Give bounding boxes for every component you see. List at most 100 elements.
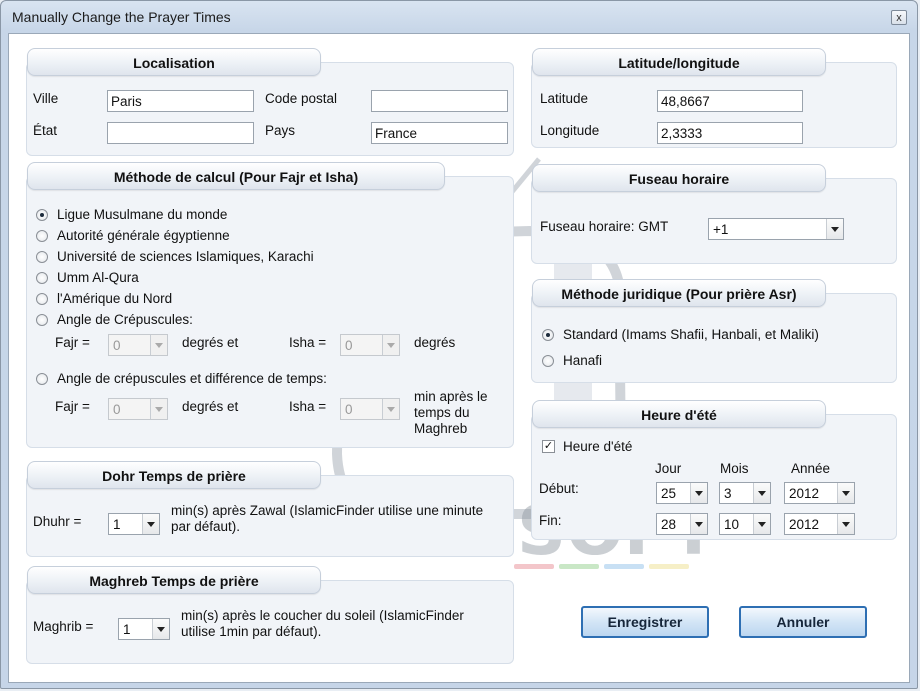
save-button[interactable]: Enregistrer [581,606,709,638]
localisation-title: Localisation [27,48,321,76]
maghrib-note-line-2: utilise 1min par défaut). [181,624,322,639]
maghrib-note-line-1: min(s) après le coucher du soleil (Islam… [181,608,464,623]
chevron-down-icon [826,219,843,239]
etat-label: État [33,123,58,138]
heure-ete-checkbox[interactable]: ✓ [542,440,555,453]
chevron-down-icon [837,483,854,503]
annee-header: Année [791,461,831,476]
maghreb-title: Maghreb Temps de prière [27,566,321,594]
chevron-down-icon [152,619,169,639]
dhuhr-label: Dhuhr = [33,514,82,529]
dhuhr-minutes-select[interactable]: 1 [108,513,160,535]
min-apres-line-1: min après le [414,389,488,404]
longitude-input[interactable] [657,122,803,144]
ville-input[interactable] [107,90,254,112]
dohr-title: Dohr Temps de prière [27,461,321,489]
debut-jour-select[interactable]: 25 [656,482,708,504]
isha-label-2: Isha = [289,399,327,414]
juridique-option-1: Hanafi [563,353,603,368]
close-icon: x [896,12,902,24]
pays-input[interactable] [371,122,508,144]
degres-et-label-1: degrés et [182,335,239,350]
chevron-down-icon [382,335,399,355]
latlong-title: Latitude/longitude [532,48,826,76]
latlong-group: Latitude/longitude Latitude Longitude [531,48,897,148]
methode-option-6: Angle de crépuscules et différence de te… [57,371,327,386]
title-bar: Manually Change the Prayer Times x [1,1,917,33]
heure-ete-checkbox-label: Heure d'été [563,439,633,454]
longitude-label: Longitude [540,123,600,138]
fin-label: Fin: [539,513,562,528]
methode-calcul-title: Méthode de calcul (Pour Fajr et Isha) [27,162,445,190]
close-button[interactable]: x [891,10,907,25]
maghrib-minutes-select[interactable]: 1 [118,618,170,640]
code-postal-label: Code postal [265,91,338,106]
maghrib-label: Maghrib = [33,619,94,634]
maghreb-group: Maghreb Temps de prière Maghrib = 1 min(… [26,566,514,664]
latitude-label: Latitude [540,91,589,106]
dialog-client-area: CAIROSOFT Localisation Ville Code postal… [8,33,910,683]
chevron-down-icon [690,483,707,503]
methode-option-1: Autorité générale égyptienne [57,228,230,243]
chevron-down-icon [690,514,707,534]
methode-calcul-group: Méthode de calcul (Pour Fajr et Isha) Li… [26,162,514,448]
methode-radio-3[interactable] [36,272,48,284]
chevron-down-icon [142,514,159,534]
min-apres-line-3: Maghreb [414,421,468,436]
degres-et-label-2: degrés et [182,399,239,414]
fin-mois-select[interactable]: 10 [719,513,771,535]
dhuhr-note-line-1: min(s) après Zawal (IslamicFinder utilis… [171,503,484,518]
min-apres-line-2: temps du [414,405,470,420]
methode-option-3: Umm Al-Qura [57,270,139,285]
fuseau-horaire-select[interactable]: +1 [708,218,844,240]
fuseau-horaire-group: Fuseau horaire Fuseau horaire: GMT +1 [531,164,897,264]
fajr-label-1: Fajr = [55,335,90,350]
methode-option-5: Angle de Crépuscules: [57,312,193,327]
methode-radio-1[interactable] [36,230,48,242]
methode-radio-6[interactable] [36,373,48,385]
methode-radio-5[interactable] [36,314,48,326]
code-postal-input[interactable] [371,90,508,112]
debut-annee-select[interactable]: 2012 [784,482,855,504]
latitude-input[interactable] [657,90,803,112]
fajr-angle-select-2[interactable]: 0 [108,398,168,420]
etat-input[interactable] [107,122,254,144]
cancel-button[interactable]: Annuler [739,606,867,638]
fin-annee-select[interactable]: 2012 [784,513,855,535]
dohr-group: Dohr Temps de prière Dhuhr = 1 min(s) ap… [26,461,514,557]
debut-label: Début: [539,481,579,496]
heure-ete-group: Heure d'été ✓ Heure d'été Jour Mois Anné… [531,400,897,540]
methode-radio-2[interactable] [36,251,48,263]
check-icon: ✓ [543,440,554,452]
debut-mois-select[interactable]: 3 [719,482,771,504]
juridique-radio-1[interactable] [542,355,554,367]
fin-jour-select[interactable]: 28 [656,513,708,535]
jour-header: Jour [655,461,682,476]
methode-juridique-group: Méthode juridique (Pour prière Asr) Stan… [531,279,897,383]
fajr-angle-select-1[interactable]: 0 [108,334,168,356]
methode-option-2: Université de sciences Islamiques, Karac… [57,249,314,264]
chevron-down-icon [150,399,167,419]
window-title: Manually Change the Prayer Times [12,9,231,25]
methode-juridique-title: Méthode juridique (Pour prière Asr) [532,279,826,307]
fuseau-horaire-label: Fuseau horaire: GMT [540,219,669,234]
isha-angle-select-1[interactable]: 0 [340,334,400,356]
methode-radio-4[interactable] [36,293,48,305]
localisation-group: Localisation Ville Code postal État Pays [26,48,514,156]
mois-header: Mois [720,461,749,476]
methode-option-4: l'Amérique du Nord [57,291,173,306]
methode-option-0: Ligue Musulmane du monde [57,207,228,222]
methode-radio-0[interactable] [36,209,48,221]
isha-angle-select-2[interactable]: 0 [340,398,400,420]
dhuhr-note-line-2: par défaut). [171,519,241,534]
fajr-label-2: Fajr = [55,399,90,414]
chevron-down-icon [382,399,399,419]
degres-label: degrés [414,335,456,350]
chevron-down-icon [753,514,770,534]
juridique-radio-0[interactable] [542,329,554,341]
fuseau-horaire-title: Fuseau horaire [532,164,826,192]
ville-label: Ville [33,91,59,106]
heure-ete-title: Heure d'été [532,400,826,428]
juridique-option-0: Standard (Imams Shafii, Hanbali, et Mali… [563,327,819,342]
isha-label-1: Isha = [289,335,327,350]
